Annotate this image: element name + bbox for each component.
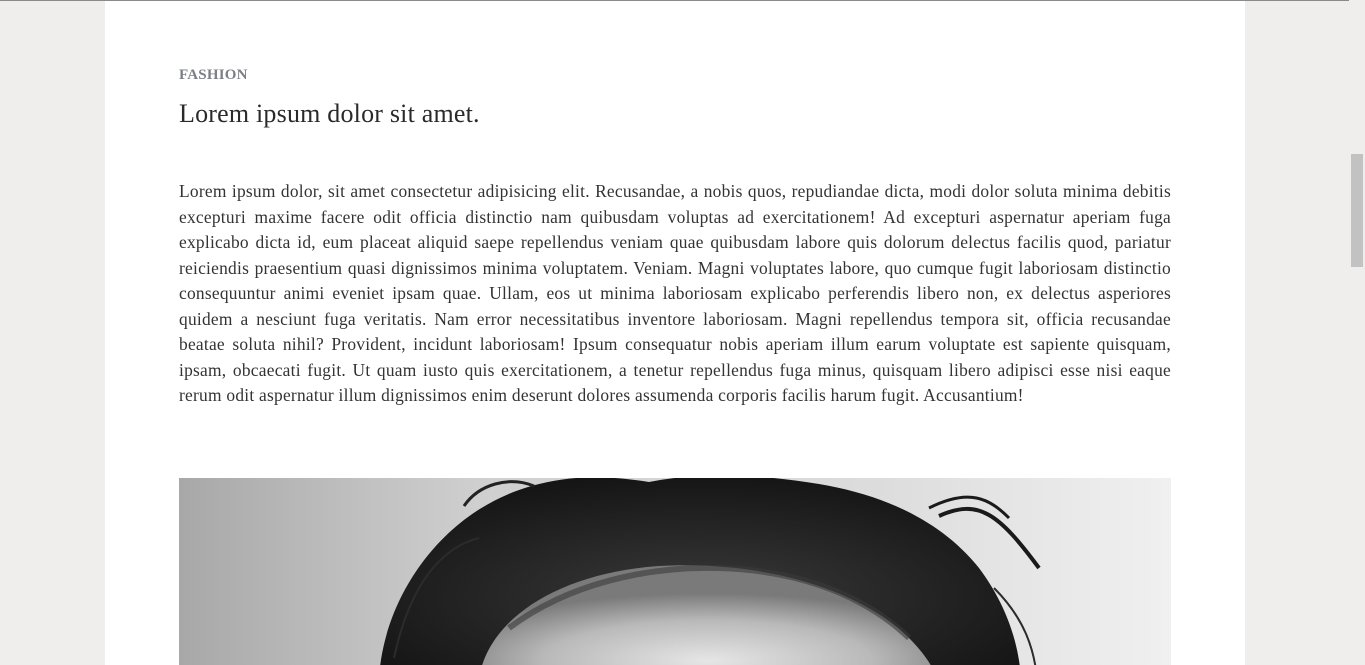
scrollbar-thumb[interactable]: [1351, 154, 1363, 267]
hero-image: [179, 478, 1171, 665]
article-page: FASHION Lorem ipsum dolor sit amet. Lore…: [105, 1, 1245, 665]
article-body: Lorem ipsum dolor, sit amet consectetur …: [179, 181, 1171, 405]
portrait-photo: [179, 478, 1171, 665]
article-category[interactable]: FASHION: [179, 67, 248, 84]
vertical-scrollbar[interactable]: [1349, 0, 1365, 665]
article-title: Lorem ipsum dolor sit amet.: [179, 99, 480, 128]
